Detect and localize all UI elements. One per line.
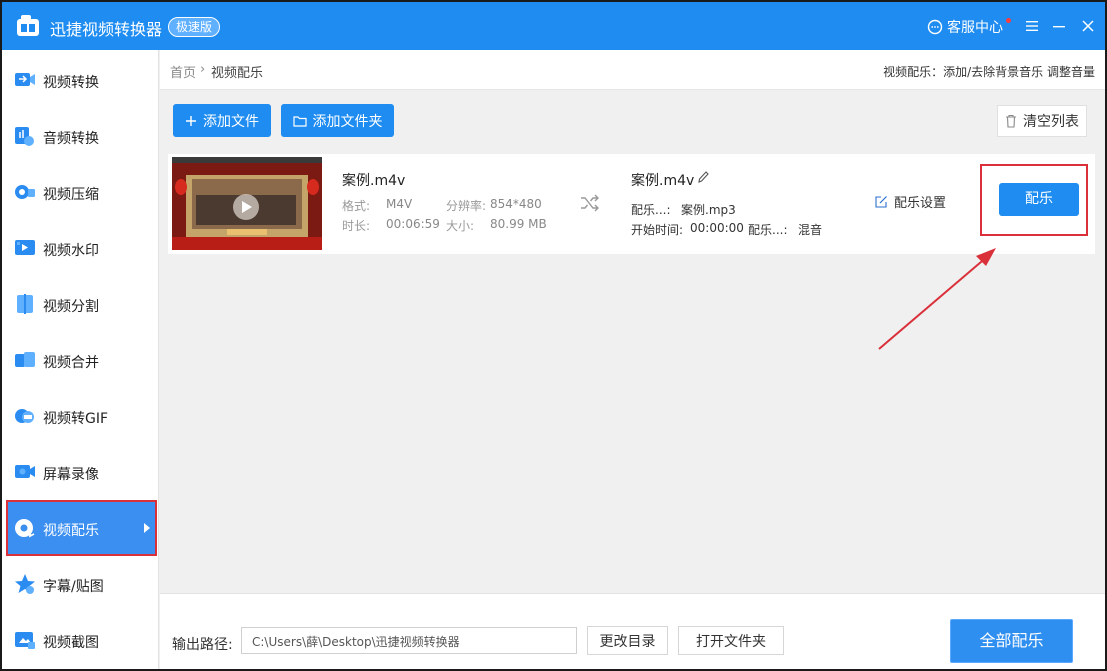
- hamburger-icon: [1026, 21, 1038, 31]
- output-path-label: 输出路径:: [172, 637, 233, 653]
- title-bar: 迅捷视频转换器 极速版 客服中心: [2, 2, 1105, 50]
- feature-hint: 视频配乐：添加/去除背景音乐 调整音量: [883, 65, 1095, 79]
- breadcrumb: 首页 › 视频配乐 视频配乐：添加/去除背景音乐 调整音量: [160, 50, 1105, 90]
- size-key: 大小:: [446, 219, 475, 233]
- sidebar-item-video-convert[interactable]: 视频转换: [2, 52, 157, 108]
- trash-icon: [1006, 114, 1016, 128]
- music-all-button[interactable]: 全部配乐: [950, 619, 1073, 663]
- chat-bubble-icon: [927, 19, 943, 35]
- star-sticker-icon: [15, 574, 35, 594]
- add-file-button[interactable]: 添加文件: [173, 104, 271, 137]
- start-time-value: 00:00:00: [690, 221, 744, 235]
- customer-service-label: 客服中心: [947, 20, 1003, 36]
- duration-value: 00:06:59: [386, 217, 440, 231]
- sidebar-item-screen-record[interactable]: 屏幕录像: [2, 444, 157, 500]
- breadcrumb-separator: ›: [200, 62, 206, 77]
- sidebar-item-video-split[interactable]: 视频分割: [2, 276, 157, 332]
- add-folder-label: 添加文件夹: [312, 113, 383, 130]
- add-folder-button[interactable]: 添加文件夹: [281, 104, 394, 137]
- sidebar-item-label: 视频截图: [43, 635, 99, 651]
- app-logo-icon: [17, 15, 39, 36]
- minimize-icon: [1053, 26, 1065, 28]
- open-folder-button[interactable]: 打开文件夹: [678, 626, 784, 655]
- sidebar-item-subtitle-sticker[interactable]: 字幕/贴图: [2, 556, 157, 612]
- resolution-value: 854*480: [490, 197, 542, 211]
- folder-icon: [292, 115, 307, 127]
- change-directory-button[interactable]: 更改目录: [587, 626, 668, 655]
- sidebar-item-video-music[interactable]: 视频配乐: [6, 500, 157, 556]
- video-thumbnail: [172, 157, 322, 250]
- output-path-field[interactable]: C:\Users\薛\Desktop\迅捷视频转换器: [241, 627, 577, 654]
- video-convert-icon: [15, 73, 35, 86]
- mode-value: 混音: [798, 223, 823, 237]
- music-key: 配乐...:: [631, 203, 671, 217]
- format-key: 格式:: [342, 199, 371, 213]
- music-value: 案例.mp3: [681, 203, 736, 217]
- breadcrumb-home-link[interactable]: 首页: [170, 62, 196, 81]
- sidebar-item-label: 屏幕录像: [43, 467, 99, 483]
- close-icon: [1082, 20, 1094, 32]
- sidebar-item-label: 视频配乐: [43, 523, 99, 539]
- video-compress-icon: [15, 185, 35, 199]
- sidebar-item-video-merge[interactable]: 视频合并: [2, 332, 157, 388]
- video-music-icon: [15, 519, 35, 538]
- file-list-row[interactable]: 案例.m4v 格式: M4V 分辨率: 854*480 时长: 00:06:59…: [168, 154, 1095, 254]
- source-file-name: 案例.m4v: [342, 173, 406, 189]
- edition-badge: 极速版: [168, 17, 221, 37]
- breadcrumb-current: 视频配乐: [211, 66, 264, 81]
- app-title: 迅捷视频转换器: [50, 20, 163, 39]
- mode-key: 配乐...:: [748, 223, 788, 237]
- bottom-bar: 输出路径: C:\Users\薛\Desktop\迅捷视频转换器 更改目录 打开…: [160, 593, 1105, 669]
- video-split-icon: [17, 294, 33, 314]
- customer-service-button[interactable]: 客服中心: [927, 17, 1011, 37]
- sidebar-item-label: 视频水印: [43, 243, 99, 259]
- edit-square-icon: [875, 195, 887, 208]
- minimize-button[interactable]: [1049, 16, 1069, 36]
- screenshot-icon: [15, 632, 35, 649]
- start-time-key: 开始时间:: [631, 223, 684, 237]
- sidebar-item-label: 视频转换: [43, 75, 99, 91]
- duration-key: 时长:: [342, 219, 371, 233]
- sidebar-item-video-screenshot[interactable]: 视频截图: [2, 612, 157, 668]
- menu-button[interactable]: [1022, 16, 1042, 36]
- sidebar-item-label: 视频合并: [43, 355, 99, 371]
- resolution-key: 分辨率:: [446, 199, 487, 213]
- sidebar-item-label: 视频转GIF: [43, 411, 109, 427]
- sidebar-item-audio-convert[interactable]: 音频转换: [2, 108, 157, 164]
- sidebar-item-video-compress[interactable]: 视频压缩: [2, 164, 157, 220]
- gif-icon: [15, 409, 34, 423]
- edit-pencil-icon[interactable]: [697, 170, 709, 184]
- output-file-name: 案例.m4v: [631, 173, 695, 189]
- format-value: M4V: [386, 197, 413, 211]
- caret-right-icon: [144, 523, 150, 533]
- sidebar-item-label: 视频分割: [43, 299, 99, 315]
- sidebar-item-video-to-gif[interactable]: 视频转GIF: [2, 388, 157, 444]
- sidebar: 视频转换 音频转换 视频压缩 视频水印 视频分割 视频合并 视频转GIF 屏幕录…: [2, 50, 159, 669]
- screen-record-icon: [15, 465, 35, 478]
- sidebar-item-label: 音频转换: [43, 131, 99, 147]
- highlight-annotation-box: [980, 164, 1088, 236]
- video-watermark-icon: [15, 240, 35, 255]
- size-value: 80.99 MB: [490, 217, 547, 231]
- add-file-label: 添加文件: [203, 113, 259, 130]
- close-button[interactable]: [1078, 16, 1098, 36]
- sidebar-item-label: 视频压缩: [43, 187, 99, 203]
- clear-list-button[interactable]: 清空列表: [997, 105, 1087, 137]
- annotation-arrow-icon: [878, 248, 996, 350]
- music-settings-link[interactable]: 配乐设置: [874, 192, 946, 211]
- sidebar-item-video-watermark[interactable]: 视频水印: [2, 220, 157, 276]
- music-settings-label: 配乐设置: [894, 196, 947, 211]
- thumbnail-image: [172, 157, 322, 250]
- audio-convert-icon: [15, 127, 34, 146]
- video-merge-icon: [15, 352, 35, 367]
- notification-dot: [1006, 18, 1011, 23]
- shuffle-icon: [581, 194, 599, 212]
- plus-icon: [186, 115, 196, 126]
- app-window: 迅捷视频转换器 极速版 客服中心 视频转换 音频转换 视频压缩 视频水印 视频分…: [0, 0, 1107, 671]
- sidebar-item-label: 字幕/贴图: [43, 579, 104, 595]
- clear-list-label: 清空列表: [1023, 114, 1079, 130]
